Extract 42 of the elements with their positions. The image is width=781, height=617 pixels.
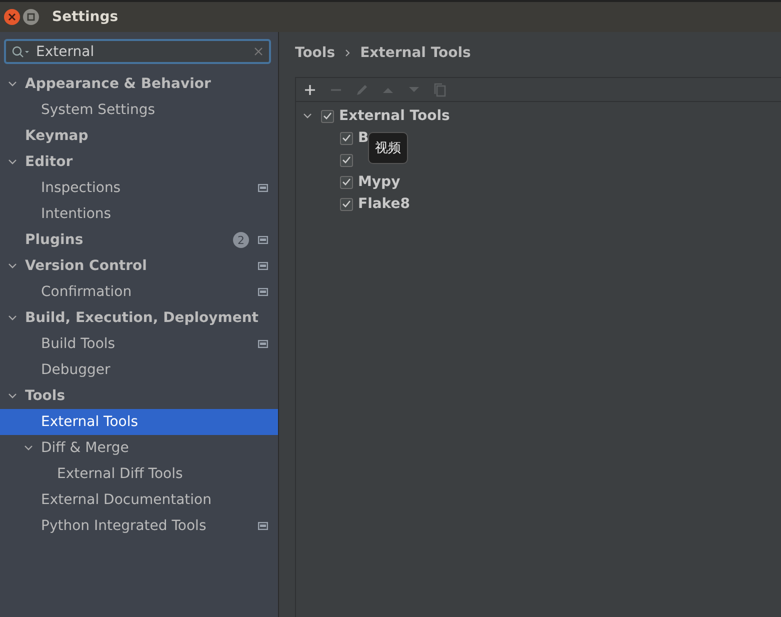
breadcrumb-item[interactable]: Tools <box>295 45 336 61</box>
sidebar-item[interactable]: Debugger <box>0 357 278 383</box>
sidebar-item[interactable]: Appearance & Behavior <box>0 71 278 97</box>
search-field[interactable]: External <box>4 39 271 64</box>
sidebar-item[interactable]: Keymap <box>0 123 278 149</box>
add-icon[interactable] <box>303 82 317 96</box>
sidebar-item[interactable]: Build, Execution, Deployment <box>0 305 278 331</box>
checkbox[interactable] <box>340 176 353 188</box>
search-icon <box>12 46 30 58</box>
checkbox[interactable] <box>321 110 334 122</box>
sidebar-item[interactable]: Editor <box>0 149 278 175</box>
checkbox[interactable] <box>340 154 353 166</box>
window-title: Settings <box>52 9 118 25</box>
tree-item-label[interactable]: External Tools <box>339 108 450 124</box>
search-input[interactable]: External <box>36 44 248 60</box>
tree-item-label[interactable]: B <box>358 130 369 146</box>
sidebar-item[interactable]: Python Integrated Tools <box>0 513 278 539</box>
sidebar-item[interactable]: Version Control <box>0 253 278 279</box>
sidebar-item[interactable]: External Documentation <box>0 487 278 513</box>
sidebar-item[interactable]: Build Tools <box>0 331 278 357</box>
breadcrumb-item[interactable]: External Tools <box>360 45 471 61</box>
sidebar-item[interactable]: Confirmation <box>0 279 278 305</box>
sidebar-item[interactable]: External Diff Tools <box>0 461 278 487</box>
checkbox[interactable] <box>340 198 353 210</box>
sidebar-item[interactable]: Diff & Merge <box>0 435 278 461</box>
close-icon <box>8 13 16 21</box>
checkbox[interactable] <box>340 132 353 144</box>
count-badge: 2 <box>233 232 249 248</box>
sidebar-item[interactable]: System Settings <box>0 97 278 123</box>
sidebar-item[interactable]: Intentions <box>0 201 278 227</box>
close-button[interactable] <box>4 9 20 25</box>
maximize-icon <box>27 13 35 21</box>
sidebar-item[interactable]: Inspections <box>0 175 278 201</box>
tree-item-label[interactable]: Flake8 <box>358 196 410 212</box>
sidebar-item[interactable]: Plugins 2 <box>0 227 278 253</box>
tree-item-label[interactable]: Mypy <box>358 174 400 190</box>
sidebar-item[interactable]: External Tools <box>0 409 278 435</box>
maximize-button[interactable] <box>23 9 39 25</box>
clear-icon[interactable] <box>254 47 263 56</box>
sidebar-item[interactable]: Tools <box>0 383 278 409</box>
tooltip: 视频 <box>368 132 408 164</box>
chevron-icon[interactable] <box>303 113 312 119</box>
